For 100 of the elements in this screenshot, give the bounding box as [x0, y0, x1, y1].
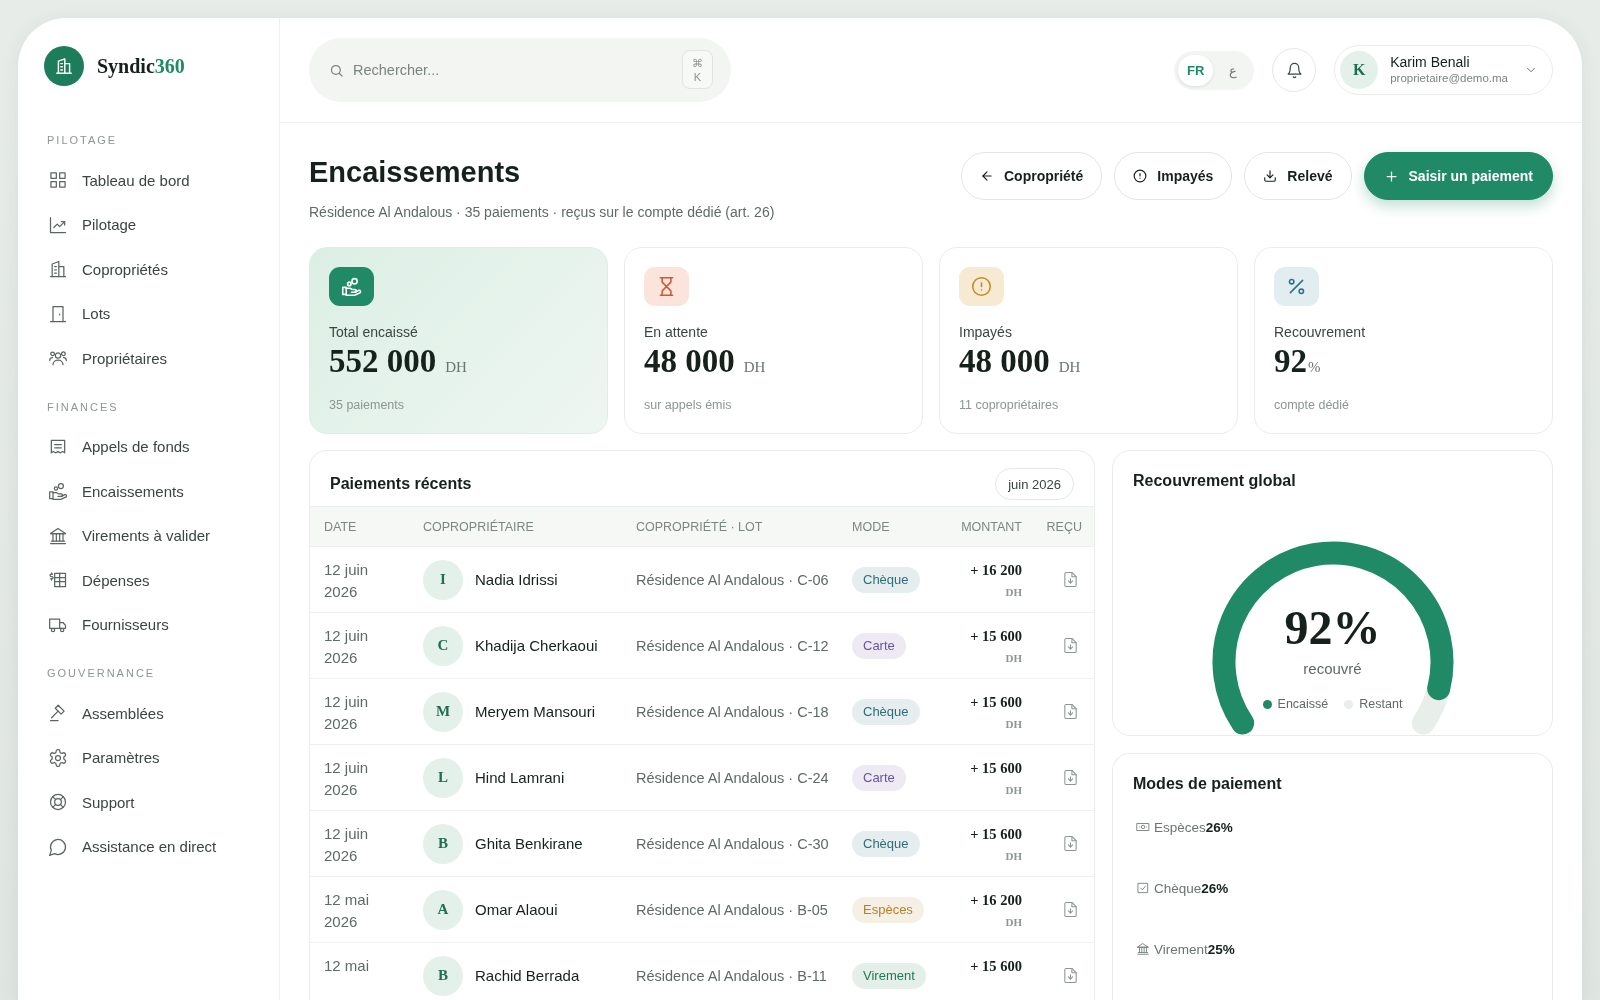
sidebar-item[interactable]: Virements à valider	[38, 513, 263, 558]
file-download-icon[interactable]	[1062, 637, 1079, 654]
mode-badge: Carte	[852, 764, 906, 791]
property-lot: Résidence Al Andalous · B-11	[636, 967, 828, 984]
payment-amount: + 15 600	[970, 825, 1022, 844]
owner-avatar: L	[423, 757, 463, 798]
currency-label: DH	[1005, 783, 1022, 798]
owner-name: Ghita Benkirane	[475, 835, 583, 852]
chat-icon	[48, 836, 68, 857]
mode-badge: Chèque	[852, 830, 920, 857]
hand-coins-icon	[48, 481, 68, 502]
notification-button[interactable]	[1272, 48, 1317, 92]
card-title: Modes de paiement	[1133, 774, 1283, 794]
alert-icon	[959, 267, 1004, 306]
owner-name: Omar Alaoui	[475, 901, 558, 918]
owner-avatar: B	[423, 823, 463, 864]
stat-unit: DH	[743, 358, 766, 377]
owner-name: Nadia Idrissi	[475, 571, 558, 588]
payment-date: 12 juin 2026	[324, 560, 370, 602]
owner-avatar: M	[423, 691, 463, 732]
sidebar-item[interactable]: Propriétaires	[38, 336, 263, 381]
payment-amount: + 15 600	[970, 627, 1022, 646]
hand-coins-icon	[329, 267, 374, 306]
owner-avatar: B	[423, 955, 463, 996]
unpaid-button[interactable]: Impayés	[1114, 152, 1233, 200]
stat-value: 48 000	[644, 342, 735, 380]
column-header: COPROPRIÉTÉ · LOT	[636, 519, 764, 534]
logo-icon	[44, 46, 84, 86]
stat-label: Impayés	[959, 323, 1012, 341]
stat-note: 35 paiements	[329, 397, 405, 414]
payment-date: 12 juin 2026	[324, 692, 370, 734]
file-download-icon[interactable]	[1062, 571, 1079, 588]
payment-date: 12 mai	[324, 956, 371, 976]
payment-date: 12 mai 2026	[324, 890, 371, 932]
payment-date: 12 juin 2026	[324, 824, 370, 866]
alert-icon	[1133, 169, 1148, 183]
sidebar-section-label: GOUVERNANCE	[46, 666, 157, 680]
legend-label: Restant	[1359, 696, 1403, 713]
sidebar-item[interactable]: Assistance en direct	[38, 824, 263, 869]
bank-icon	[1136, 942, 1150, 956]
hourglass-icon	[644, 267, 689, 306]
sidebar-item[interactable]: Encaissements	[38, 469, 263, 514]
mode-label: Espèces	[1154, 819, 1206, 835]
property-lot: Résidence Al Andalous · C-24	[636, 769, 830, 786]
currency-label: DH	[1005, 717, 1022, 732]
sidebar-item[interactable]: Paramètres	[38, 735, 263, 780]
sidebar-item[interactable]: Assemblées	[38, 691, 263, 736]
stat-unit: %	[1308, 358, 1321, 377]
statement-button[interactable]: Relevé	[1244, 152, 1352, 200]
sidebar-section-label: PILOTAGE	[46, 133, 119, 147]
owner-avatar: A	[423, 889, 463, 930]
mode-badge: Espèces	[852, 896, 924, 923]
currency-label: DH	[1005, 585, 1022, 600]
mode-share: 25%	[1207, 941, 1235, 957]
file-download-icon[interactable]	[1062, 835, 1079, 852]
stat-value: 552 000	[329, 342, 437, 380]
bell-icon	[1285, 61, 1303, 79]
payment-amount: + 15 600	[970, 759, 1022, 778]
file-download-icon[interactable]	[1062, 769, 1079, 786]
property-lot: Résidence Al Andalous · B-05	[636, 901, 829, 918]
payment-amount: + 15 600	[970, 693, 1022, 712]
mode-badge: Carte	[852, 632, 906, 659]
percent-icon	[1274, 267, 1319, 306]
sidebar-item[interactable]: Appels de fonds	[38, 424, 263, 469]
language-option[interactable]: ع	[1215, 54, 1251, 86]
gavel-icon	[48, 703, 68, 724]
sidebar-item[interactable]: Lots	[38, 291, 263, 336]
mode-share: 26%	[1205, 819, 1233, 835]
add-payment-button[interactable]: Saisir un paiement	[1363, 152, 1553, 200]
owner-name: Meryem Mansouri	[475, 703, 596, 720]
property-lot: Résidence Al Andalous · C-06	[636, 571, 830, 588]
stat-label: Total encaissé	[329, 323, 418, 341]
file-download-icon[interactable]	[1062, 703, 1079, 720]
plus-icon	[1383, 168, 1399, 184]
period-selector[interactable]: juin 2026	[995, 468, 1074, 500]
stat-note: compte dédié	[1274, 397, 1350, 414]
stat-label: Recouvrement	[1274, 323, 1366, 341]
sidebar-item[interactable]: Dépenses	[38, 558, 263, 603]
back-button[interactable]: Copropriété	[960, 152, 1103, 200]
file-download-icon[interactable]	[1062, 901, 1079, 918]
user-menu[interactable]: K Karim Benali proprietaire@demo.ma	[1334, 45, 1553, 95]
mode-badge: Chèque	[852, 698, 920, 725]
owner-name: Rachid Berrada	[475, 967, 580, 984]
line-chart-icon	[48, 214, 68, 235]
download-icon	[1263, 169, 1278, 183]
sidebar-item[interactable]: Tableau de bord	[38, 158, 263, 203]
sidebar-item[interactable]: Support	[38, 780, 263, 825]
owner-name: Hind Lamrani	[475, 769, 565, 786]
currency-label: DH	[1005, 849, 1022, 864]
page-subtitle: Résidence Al Andalous · 35 paiements · reçus sur le compte dédié (art. 26)	[309, 203, 775, 222]
sidebar-item[interactable]: Pilotage	[38, 202, 263, 247]
shortcut-hint: ⌘ K	[682, 50, 713, 89]
sidebar-item[interactable]: Copropriétés	[38, 247, 263, 292]
payment-amount: + 16 200	[970, 561, 1022, 580]
language-option[interactable]: FR	[1178, 54, 1214, 86]
owner-avatar: C	[423, 625, 463, 666]
door-icon	[48, 303, 68, 324]
legend-label: Encaissé	[1277, 696, 1329, 713]
file-download-icon[interactable]	[1062, 967, 1079, 984]
sidebar-item[interactable]: Fournisseurs	[38, 602, 263, 647]
